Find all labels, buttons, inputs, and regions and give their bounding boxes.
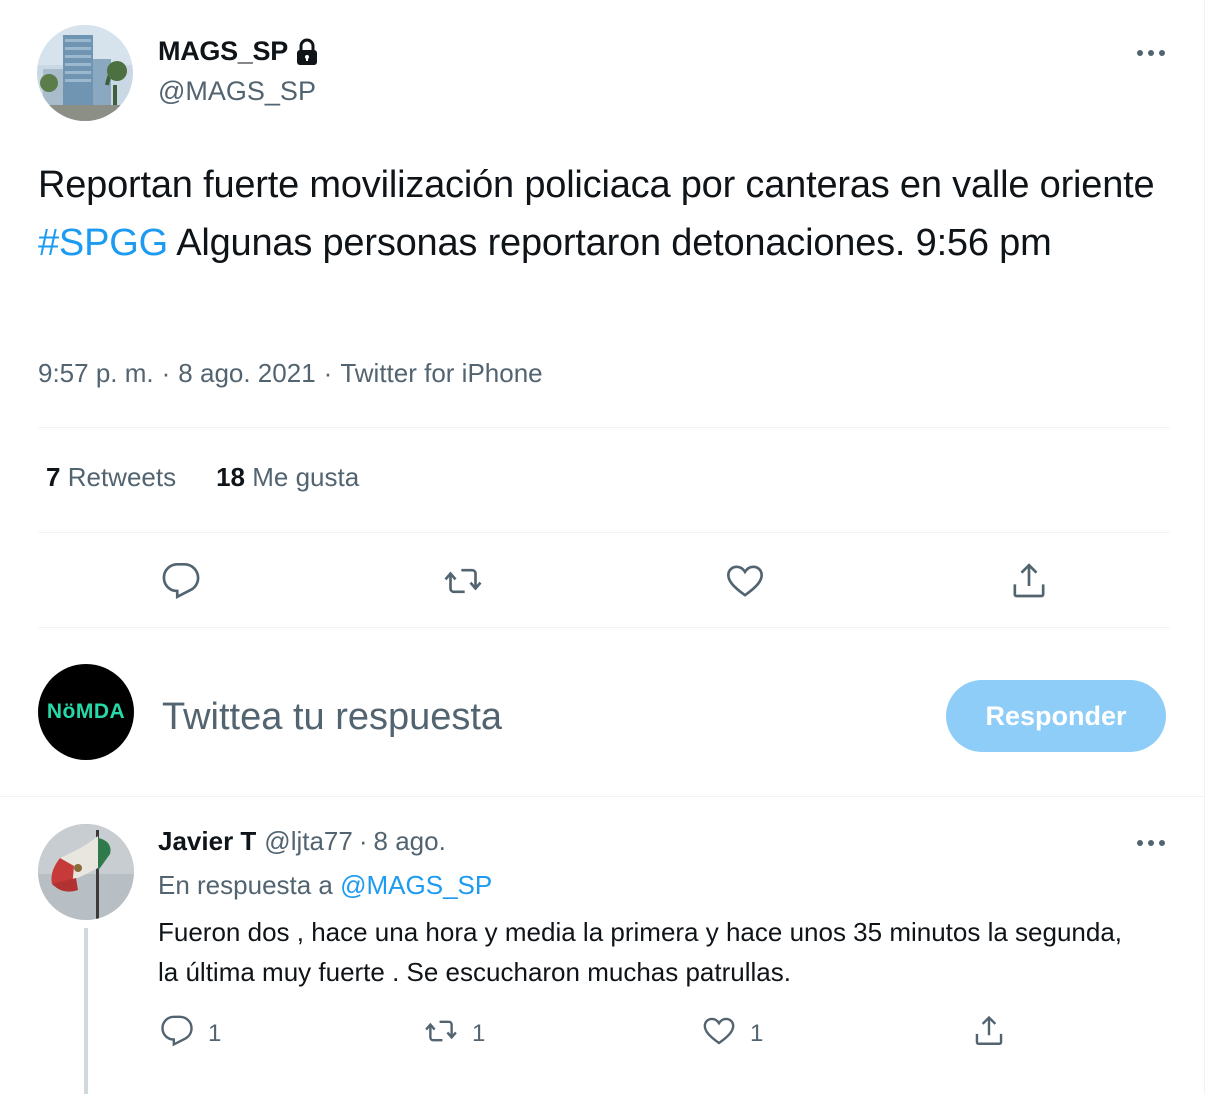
tweet-detail-panel: MAGS_SP @MAGS_SP Reportan fuerte moviliz… — [0, 0, 1205, 1094]
divider — [38, 427, 1170, 428]
reply-header: Javier T @ljta77 · 8 ago. — [158, 826, 446, 857]
engagement-stats: 7 Retweets 18 Me gusta — [46, 462, 359, 493]
author-handle[interactable]: @MAGS_SP — [158, 76, 316, 107]
retweet-icon[interactable] — [440, 558, 486, 604]
tweet-text: Reportan fuerte movilización policiaca p… — [38, 156, 1178, 272]
reply-submit-button[interactable]: Responder — [946, 680, 1166, 752]
reply-share-button[interactable] — [972, 1014, 1006, 1053]
author-display-name[interactable]: MAGS_SP — [158, 36, 288, 67]
retweet-count: 1 — [472, 1019, 486, 1047]
in-reply-prefix: En respuesta a — [158, 870, 341, 900]
like-count: 1 — [750, 1019, 764, 1047]
reply-icon[interactable] — [158, 558, 204, 604]
divider — [38, 532, 1170, 533]
tweet-text-part: Algunas personas reportaron detonaciones… — [167, 222, 1052, 264]
reply-actions: 1 1 1 — [0, 1014, 1205, 1058]
retweets-count: 7 — [46, 462, 61, 492]
reply-author-avatar[interactable] — [38, 824, 134, 920]
tweet-time[interactable]: 9:57 p. m. — [38, 358, 154, 389]
reply-author-name[interactable]: Javier T — [158, 826, 256, 857]
hashtag-link[interactable]: #SPGG — [38, 222, 168, 264]
mention-link[interactable]: @MAGS_SP — [340, 870, 492, 900]
author-avatar[interactable] — [37, 25, 133, 121]
retweet-icon — [424, 1014, 458, 1053]
tweet-text-part: Reportan fuerte movilización policiaca p… — [38, 164, 1155, 206]
meta-separator: · — [161, 358, 171, 388]
divider — [0, 796, 1205, 797]
reply-text: Fueron dos , hace una hora y media la pr… — [158, 917, 1123, 987]
retweets-label: Retweets — [67, 462, 177, 492]
reply-compose-input[interactable] — [162, 692, 902, 742]
user-avatar[interactable]: NöMDA — [38, 664, 134, 760]
share-icon[interactable] — [1006, 558, 1052, 604]
more-options-icon[interactable] — [1131, 38, 1171, 68]
tweet-source[interactable]: Twitter for iPhone — [340, 358, 542, 389]
thread-line — [84, 928, 88, 1094]
in-reply-to: En respuesta a @MAGS_SP — [158, 870, 492, 901]
protected-lock-icon — [294, 38, 320, 66]
like-icon — [702, 1014, 736, 1053]
reply-author-handle[interactable]: @ljta77 — [264, 826, 353, 857]
tweet-actions — [0, 558, 1205, 606]
user-avatar-text: NöMDA — [46, 700, 126, 723]
likes-label: Me gusta — [252, 462, 360, 492]
reply-icon — [160, 1014, 194, 1053]
reply-date[interactable]: 8 ago. — [374, 826, 446, 857]
reply-separator: · — [358, 826, 368, 856]
reply-more-options-icon[interactable] — [1131, 828, 1171, 858]
divider — [38, 627, 1170, 628]
share-icon — [972, 1014, 1006, 1053]
likes-count: 18 — [216, 462, 246, 492]
tweet-date[interactable]: 8 ago. 2021 — [178, 358, 315, 389]
reply-reply-button[interactable]: 1 — [160, 1014, 221, 1053]
reply-retweet-button[interactable]: 1 — [424, 1014, 485, 1053]
meta-separator: · — [323, 358, 333, 388]
tweet-metadata: 9:57 p. m. · 8 ago. 2021 · Twitter for i… — [38, 358, 543, 389]
reply-count: 1 — [208, 1019, 222, 1047]
likes-stat[interactable]: 18 Me gusta — [216, 462, 359, 493]
retweets-stat[interactable]: 7 Retweets — [46, 462, 176, 493]
like-icon[interactable] — [722, 558, 768, 604]
reply-like-button[interactable]: 1 — [702, 1014, 763, 1053]
